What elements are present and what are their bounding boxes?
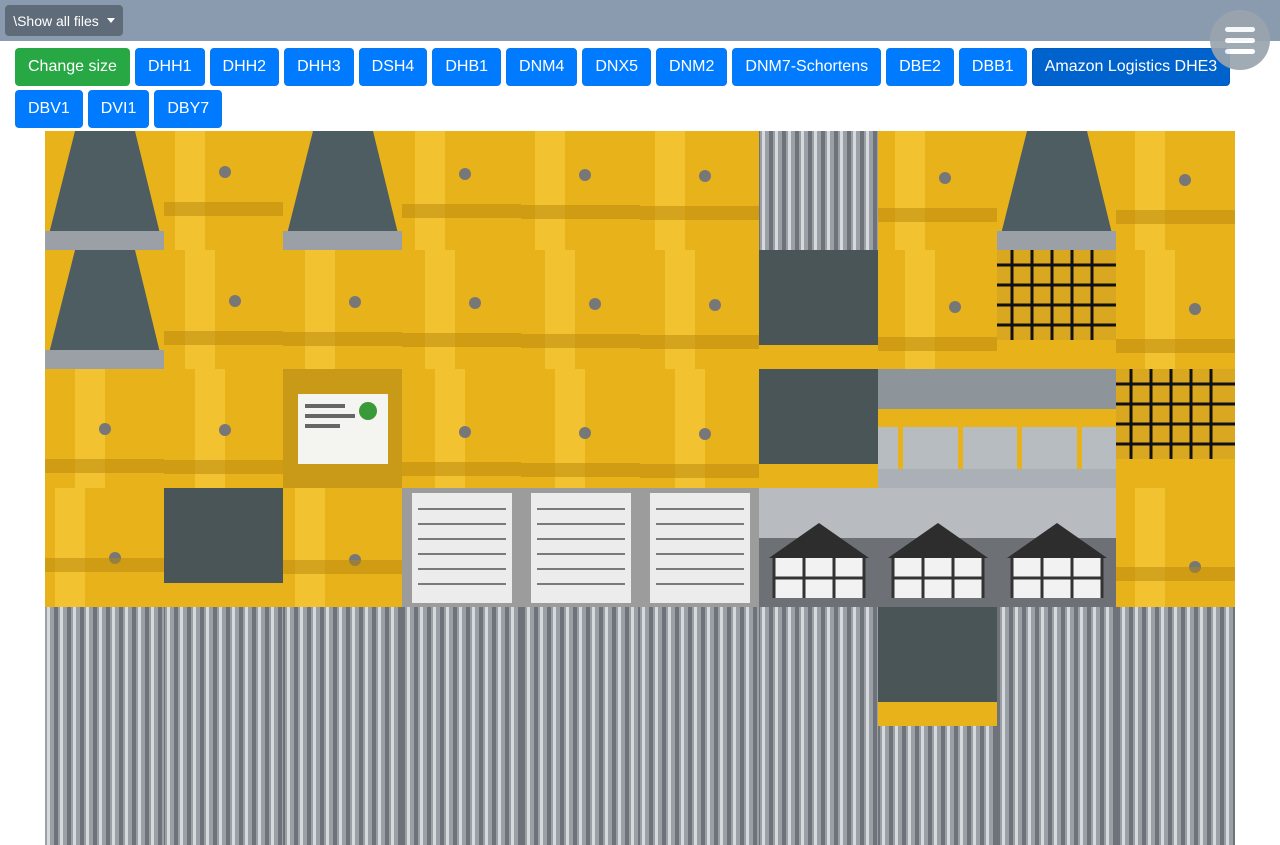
location-button[interactable]: DHH1 [134,48,205,86]
photo-thumbnail[interactable] [640,607,759,726]
location-button[interactable]: DNX5 [582,48,652,86]
show-all-files-label: \Show all files [13,12,99,29]
photo-thumbnail[interactable] [402,607,521,726]
show-all-files-dropdown[interactable]: \Show all files [5,5,123,36]
photo-thumbnail[interactable] [997,607,1116,726]
photo-thumbnail[interactable] [164,250,283,369]
photo-thumbnail[interactable] [1116,488,1235,607]
photo-thumbnail[interactable] [878,607,997,726]
photo-thumbnail[interactable] [45,488,164,607]
menu-line [1225,26,1255,32]
location-button[interactable]: DNM2 [656,48,728,86]
photo-thumbnail[interactable] [878,726,997,845]
location-button[interactable]: DBB1 [958,48,1027,86]
photo-thumbnail[interactable] [759,607,878,726]
photo-thumbnail[interactable] [640,131,759,250]
location-button[interactable]: DBV1 [15,90,83,128]
photo-thumbnail[interactable] [759,488,878,607]
photo-thumbnail[interactable] [759,131,878,250]
photo-thumbnail[interactable] [521,250,640,369]
photo-thumbnail[interactable] [878,250,997,369]
photo-thumbnail[interactable] [402,488,521,607]
photo-thumbnail[interactable] [997,131,1116,250]
menu-line [1225,37,1255,43]
menu-line [1225,48,1255,54]
photo-thumbnail[interactable] [283,726,402,845]
photo-thumbnail[interactable] [759,369,878,488]
photo-thumbnail[interactable] [997,250,1116,369]
photo-thumbnail[interactable] [521,726,640,845]
location-button[interactable]: DNM7-Schortens [732,48,882,86]
photo-thumbnail[interactable] [878,488,997,607]
photo-thumbnail[interactable] [640,488,759,607]
photo-thumbnail[interactable] [45,250,164,369]
photo-thumbnail[interactable] [997,488,1116,607]
photo-thumbnail[interactable] [402,131,521,250]
location-button[interactable]: DSH4 [358,48,428,86]
photo-thumbnail[interactable] [45,607,164,726]
location-button[interactable]: DBE2 [886,48,954,86]
photo-thumbnail[interactable] [283,488,402,607]
location-button[interactable]: DBY7 [154,90,223,128]
hamburger-menu-icon[interactable] [1210,10,1270,70]
photo-thumbnail[interactable] [521,488,640,607]
photo-thumbnail[interactable] [164,131,283,250]
photo-thumbnail[interactable] [45,131,164,250]
photo-thumbnail[interactable] [283,607,402,726]
photo-thumbnail[interactable] [878,369,997,488]
photo-thumbnail[interactable] [1116,250,1235,369]
photo-thumbnail[interactable] [878,131,997,250]
photo-thumbnail[interactable] [1116,369,1235,488]
photo-thumbnail[interactable] [283,250,402,369]
photo-thumbnail[interactable] [640,250,759,369]
photo-thumbnail[interactable] [521,607,640,726]
location-button[interactable]: DHB1 [432,48,502,86]
photo-thumbnail[interactable] [997,369,1116,488]
photo-thumbnail[interactable] [402,369,521,488]
location-button-bar: Change size DHH1 DHH2 DHH3 DSH4 DHB1 DNM4 DNX5 D… [15,48,1280,128]
photo-thumbnail[interactable] [283,369,402,488]
location-button[interactable]: Amazon Logistics DHE3 [1031,48,1231,86]
photo-thumbnail[interactable] [164,726,283,845]
photo-thumbnail[interactable] [164,488,283,607]
photo-thumbnail[interactable] [164,607,283,726]
photo-thumbnail[interactable] [45,726,164,845]
photo-thumbnail[interactable] [402,726,521,845]
photo-thumbnail[interactable] [1116,131,1235,250]
photo-thumbnail[interactable] [164,369,283,488]
photo-thumbnail[interactable] [759,726,878,845]
photo-thumbnail[interactable] [521,131,640,250]
photo-thumbnail[interactable] [640,726,759,845]
photo-thumbnail[interactable] [1116,726,1235,845]
top-bar: \Show all files [0,0,1280,41]
location-button[interactable]: DVI1 [87,90,150,128]
location-button[interactable]: DHH3 [284,48,354,86]
location-button[interactable]: Change size [15,48,130,86]
location-button[interactable]: DNM4 [506,48,578,86]
photo-thumbnail[interactable] [283,131,402,250]
location-button[interactable]: DHH2 [209,48,280,86]
photo-thumbnail[interactable] [45,369,164,488]
photo-thumbnail[interactable] [997,726,1116,845]
photo-thumbnail[interactable] [402,250,521,369]
photo-thumbnail[interactable] [1116,607,1235,726]
photo-thumbnail[interactable] [759,250,878,369]
photo-thumbnail[interactable] [640,369,759,488]
photo-grid [45,131,1235,845]
caret-down-icon [106,18,115,23]
photo-thumbnail[interactable] [521,369,640,488]
